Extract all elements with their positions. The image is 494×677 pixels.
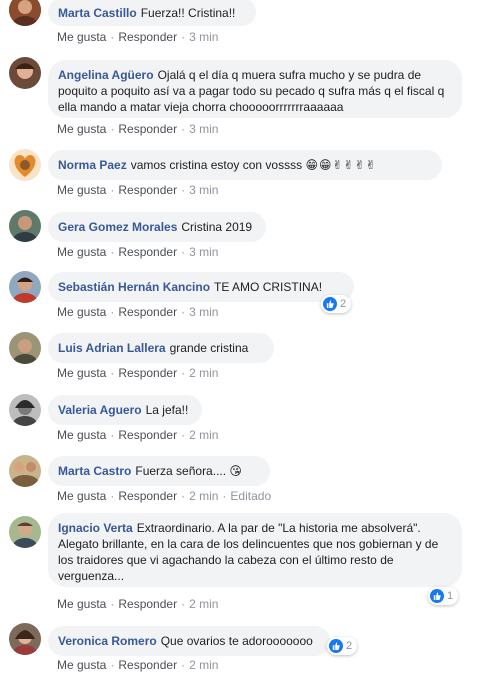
comment-time[interactable]: 3 min — [189, 183, 218, 197]
comment-bubble: Sebastián Hernán Kancino TE AMO CRISTINA! — [48, 272, 354, 302]
comment-actions: Me gusta · Responder · 3 min — [57, 183, 219, 197]
comment-author[interactable]: Norma Paez — [58, 158, 127, 172]
comment-text: Fuerza señora.... — [135, 464, 227, 478]
like-link[interactable]: Me gusta — [57, 183, 106, 197]
avatar[interactable] — [9, 455, 41, 487]
avatar[interactable] — [9, 394, 41, 426]
comment-author[interactable]: Gera Gomez Morales — [58, 220, 177, 234]
reply-link[interactable]: Responder — [118, 658, 177, 672]
comment-time[interactable]: 3 min — [189, 30, 218, 44]
comment-bubble: Marta Castro Fuerza señora.... 😘 — [48, 456, 270, 486]
comment-bubble: Ignacio Verta Extraordinario. A la par de… — [48, 513, 462, 587]
comment-author[interactable]: Valeria Aguero — [58, 403, 142, 417]
reply-link[interactable]: Responder — [118, 597, 177, 611]
avatar[interactable] — [9, 149, 41, 181]
comment-actions: Me gusta · Responder · 2 min — [57, 366, 219, 380]
comment-time[interactable]: 3 min — [189, 305, 218, 319]
reaction-count[interactable]: 2 — [321, 295, 352, 313]
comment-bubble: Luis Adrian Lallera grande cristina — [48, 333, 274, 363]
avatar[interactable] — [9, 332, 41, 364]
comment-bubble: Veronica Romero Que ovarios te adoroooooo… — [48, 626, 330, 656]
comment-actions: Me gusta · Responder · 3 min — [57, 245, 219, 259]
avatar[interactable] — [9, 0, 41, 26]
like-link[interactable]: Me gusta — [57, 245, 106, 259]
comment-actions: Me gusta · Responder · 3 min — [57, 122, 219, 136]
like-link[interactable]: Me gusta — [57, 428, 106, 442]
reply-link[interactable]: Responder — [118, 305, 177, 319]
emoji-group: 😁😁✌✌✌✌ — [305, 158, 377, 172]
comment-time[interactable]: 3 min — [189, 245, 218, 259]
comment-actions: Me gusta · Responder · 2 min — [57, 658, 219, 672]
comment-bubble: Norma Paez vamos cristina estoy con vosss… — [48, 150, 442, 180]
avatar[interactable] — [9, 623, 41, 655]
edited-label[interactable]: Editado — [230, 489, 271, 503]
like-link[interactable]: Me gusta — [57, 30, 106, 44]
reply-link[interactable]: Responder — [118, 428, 177, 442]
like-link[interactable]: Me gusta — [57, 366, 106, 380]
comment-author[interactable]: Sebastián Hernán Kancino — [58, 280, 210, 294]
thumbs-up-icon — [430, 589, 444, 603]
comment-author[interactable]: Luis Adrian Lallera — [58, 341, 166, 355]
comment-actions: Me gusta · Responder · 3 min — [57, 305, 219, 319]
comment-text: TE AMO CRISTINA! — [214, 280, 323, 294]
comment-text: grande cristina — [169, 341, 249, 355]
comment-time[interactable]: 3 min — [189, 122, 218, 136]
comment-time[interactable]: 2 min — [189, 489, 218, 503]
reaction-count[interactable]: 2 — [327, 637, 358, 655]
like-link[interactable]: Me gusta — [57, 658, 106, 672]
comment-bubble: Valeria Aguero La jefa!! — [48, 395, 202, 425]
comment-actions: Me gusta · Responder · 3 min — [57, 30, 219, 44]
avatar[interactable] — [9, 57, 41, 89]
comment-time[interactable]: 2 min — [189, 428, 218, 442]
like-link[interactable]: Me gusta — [57, 489, 106, 503]
comment-time[interactable]: 2 min — [189, 597, 218, 611]
comment-bubble: Marta Castillo Fuerza!! Cristina!! — [48, 0, 256, 26]
avatar[interactable] — [9, 516, 41, 548]
comment-author[interactable]: Marta Castro — [58, 464, 131, 478]
comment-text: La jefa!! — [145, 403, 189, 417]
comment-bubble: Angelina Agüero Ojalá q el día q muera su… — [48, 60, 462, 118]
comment-actions: Me gusta · Responder · 2 min · Editado — [57, 489, 272, 503]
reply-link[interactable]: Responder — [118, 366, 177, 380]
comments-feed: Marta Castillo Fuerza!! Cristina!! Me gus… — [0, 0, 494, 677]
thumbs-up-icon — [329, 639, 343, 653]
thumbs-up-icon — [323, 297, 337, 311]
comment-text: Fuerza!! Cristina!! — [140, 6, 236, 20]
like-link[interactable]: Me gusta — [57, 597, 106, 611]
kiss-emoji: 😘 — [229, 464, 243, 478]
comment-text: Que ovarios te adorooooooo — [160, 634, 313, 648]
comment-actions: Me gusta · Responder · 2 min — [57, 597, 219, 611]
comment-bubble: Gera Gomez Morales Cristina 2019 — [48, 212, 266, 242]
reply-link[interactable]: Responder — [118, 245, 177, 259]
comment-time[interactable]: 2 min — [189, 658, 218, 672]
reply-link[interactable]: Responder — [118, 30, 177, 44]
like-link[interactable]: Me gusta — [57, 305, 106, 319]
like-link[interactable]: Me gusta — [57, 122, 106, 136]
avatar[interactable] — [9, 210, 41, 242]
comment-text: vamos cristina estoy con vossss — [130, 158, 303, 172]
comment-actions: Me gusta · Responder · 2 min — [57, 428, 219, 442]
comment-author[interactable]: Marta Castillo — [58, 6, 137, 20]
avatar[interactable] — [9, 271, 41, 303]
comment-text: Cristina 2019 — [181, 220, 253, 234]
comment-author[interactable]: Veronica Romero — [58, 634, 157, 648]
reaction-count[interactable]: 1 — [428, 587, 459, 605]
comment-time[interactable]: 2 min — [189, 366, 218, 380]
comment-author[interactable]: Angelina Agüero — [58, 68, 154, 82]
comment-author[interactable]: Ignacio Verta — [58, 521, 133, 535]
reply-link[interactable]: Responder — [118, 183, 177, 197]
reply-link[interactable]: Responder — [118, 489, 177, 503]
reply-link[interactable]: Responder — [118, 122, 177, 136]
